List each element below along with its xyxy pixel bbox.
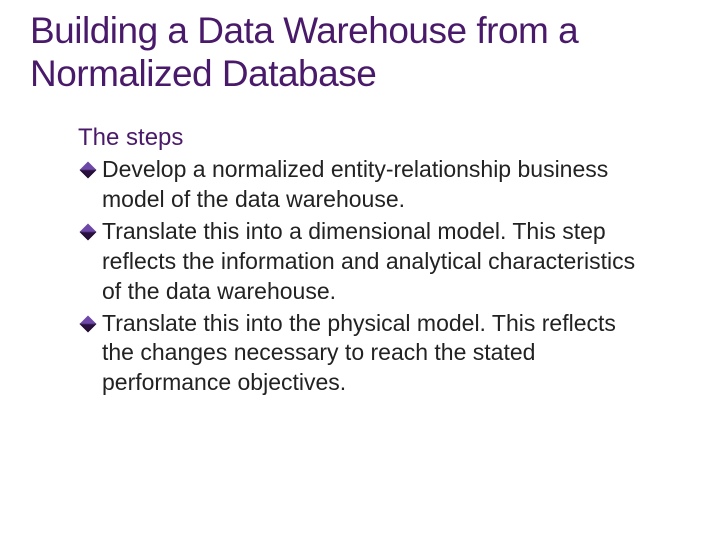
list-item: Translate this into a dimensional model.… bbox=[78, 217, 650, 307]
diamond-bullet-icon bbox=[80, 223, 97, 240]
steps-subhead: The steps bbox=[78, 123, 650, 153]
bullet-text: Translate this into the physical model. … bbox=[102, 309, 650, 399]
diamond-bullet-icon bbox=[80, 162, 97, 179]
list-item: Translate this into the physical model. … bbox=[78, 309, 650, 399]
slide-title: Building a Data Warehouse from a Normali… bbox=[30, 10, 690, 95]
slide: Building a Data Warehouse from a Normali… bbox=[0, 0, 720, 540]
slide-body: The steps Develop a normalized entity-re… bbox=[30, 123, 690, 398]
list-item: Develop a normalized entity-relationship… bbox=[78, 155, 650, 215]
diamond-bullet-icon bbox=[80, 315, 97, 332]
bullet-text: Translate this into a dimensional model.… bbox=[102, 217, 650, 307]
bullet-text: Develop a normalized entity-relationship… bbox=[102, 155, 650, 215]
